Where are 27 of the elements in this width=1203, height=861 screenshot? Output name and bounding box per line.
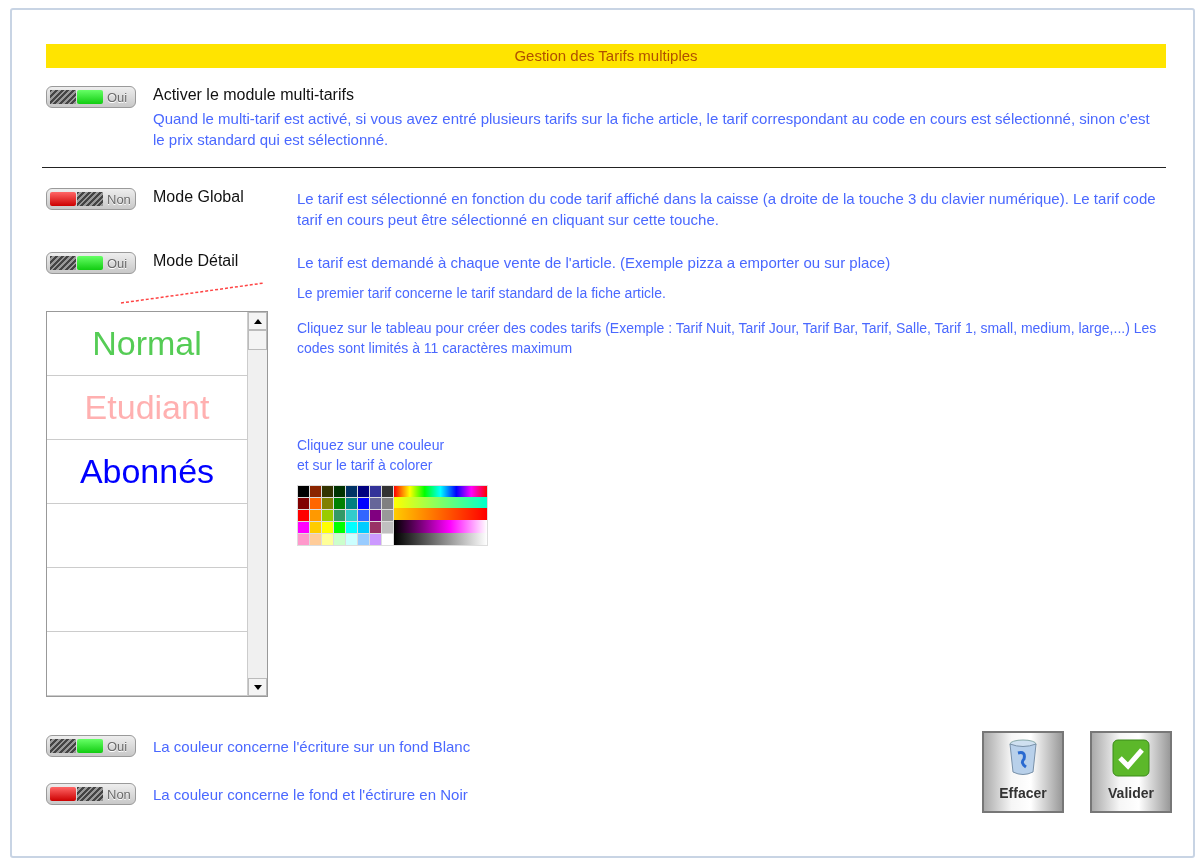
checkmark-icon [1112,739,1150,777]
tariff-note: Le premier tarif concerne le tarif standard de la fiche article. [297,284,667,303]
toggle-switch[interactable]: Oui [46,735,136,757]
tariff-help: Cliquez sur le tableau pour créer des codes tarifs (Exemple : Tarif Nuit, Tarif Jour, Tarif Bar, Tarif, Salle, Tarif 1, small, medium, large,...) Les codes sont limités à 11 caractères maximum [297,319,1157,358]
down-arrow-icon[interactable] [253,684,262,690]
mode-description: Le tarif est sélectionné en fonction du code tarif affiché dans la caisse (a droite de la touche 3 du clavier numérique). Le tarif code tarif en cours peut être sélectionné en cliquant sur cette touche. [297,189,1157,230]
color-option-label: La couleur concerne le fond et l'éctirure en Noir [153,784,468,805]
toggle-switch[interactable]: Non [46,783,136,805]
setting-description: Quand le multi-tarif est activé, si vous avez entré plusieurs tarifs sur la fiche article, le tarif correspondant au code en cours est sélectionné, sinon c'est le prix standard qui est sélectionné. [153,109,1151,150]
color-palette-drawing[interactable] [297,485,488,546]
setting-label: Activer le module multi-tarifs [153,86,355,104]
color-help-text: et sur le tarif à colorer [297,456,434,475]
mode-label: Mode Global [153,188,245,206]
scrollbar[interactable] [247,312,267,696]
color-option-label: La couleur concerne l'écriture sur un fond Blanc [153,736,471,757]
mode-description: Le tarif est demandé à chaque vente de l'article. (Exemple pizza a emporter ou sur place) [297,253,892,273]
toggle-switch[interactable]: Oui [46,86,136,108]
toggle-switch[interactable]: Non [46,188,136,210]
up-arrow-icon[interactable] [253,318,262,324]
scroll-thumb[interactable] [248,330,267,350]
trash-bin-icon [1008,739,1038,777]
section-title: Gestion des Tarifs multiples [46,44,1166,68]
mode-label: Mode Détail [153,252,240,270]
clear-button[interactable]: Effacer [982,731,1064,813]
validate-button[interactable]: Valider [1090,731,1172,813]
toggle-switch[interactable]: Oui [46,252,136,274]
color-help-text: Cliquez sur une couleur [297,436,446,455]
